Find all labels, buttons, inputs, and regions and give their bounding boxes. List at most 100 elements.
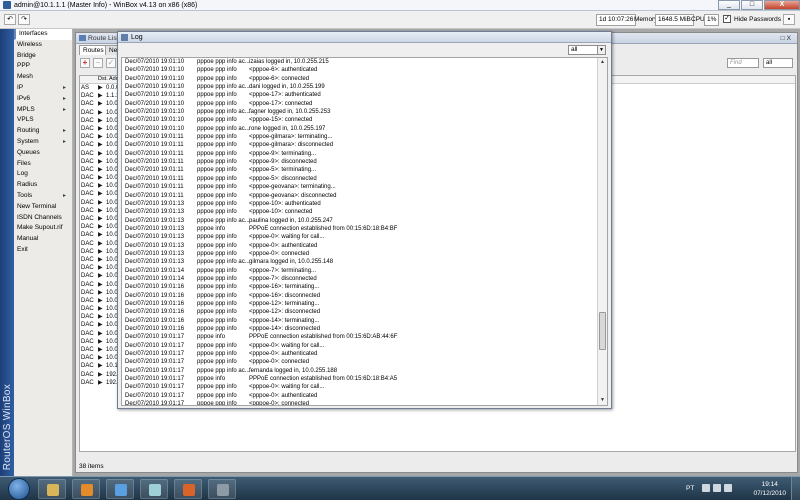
log-entry[interactable]: Dec/07/2010 19:01:10 pppoe ppp info ac...… (122, 125, 607, 133)
log-entry[interactable]: Dec/07/2010 19:01:10 pppoe ppp info <pppoe… (122, 100, 607, 108)
clock[interactable]: 19:14 07/12/2010 (753, 480, 786, 498)
log-entry[interactable]: Dec/07/2010 19:01:16 pppoe ppp info <pppoe… (122, 317, 607, 325)
log-entry[interactable]: Dec/07/2010 19:01:10 pppoe ppp info <pppoe… (122, 91, 607, 99)
log-entry[interactable]: Dec/07/2010 19:01:16 pppoe ppp info <pppoe… (122, 308, 607, 316)
log-entry[interactable]: Dec/07/2010 19:01:13 pppoe ppp info ac...… (122, 258, 607, 266)
menu-item-make-supout-rif[interactable]: Make Supout.rif (14, 223, 72, 234)
enable-button[interactable]: ✓ (106, 58, 116, 68)
scroll-down-icon[interactable]: ▼ (598, 396, 607, 405)
volume-icon[interactable] (724, 484, 732, 492)
hide-passwords-checkbox[interactable]: ✓ (723, 15, 731, 23)
remove-button[interactable]: − (93, 58, 103, 68)
log-entry[interactable]: Dec/07/2010 19:01:17 pppoe ppp info <pppoe… (122, 392, 607, 400)
menu-item-ppp[interactable]: PPP (14, 61, 72, 72)
route-window-controls[interactable]: □ X (780, 33, 791, 44)
menu-item-manual[interactable]: Manual (14, 234, 72, 245)
show-desktop-button[interactable] (791, 477, 800, 500)
log-entry[interactable]: Dec/07/2010 19:01:17 pppoe ppp info ac...… (122, 367, 607, 375)
log-entry[interactable]: Dec/07/2010 19:01:17 pppoe ppp info <pppoe… (122, 400, 607, 405)
menu-item-routing[interactable]: Routing ▸ (14, 126, 72, 137)
log-entry[interactable]: Dec/07/2010 19:01:11 pppoe ppp info <pppoe… (122, 166, 607, 174)
scroll-thumb[interactable] (599, 312, 606, 350)
log-entry[interactable]: Dec/07/2010 19:01:17 pppoe ppp info <pppoe… (122, 358, 607, 366)
taskbar-app-ie[interactable] (106, 479, 134, 499)
log-entry[interactable]: Dec/07/2010 19:01:14 pppoe ppp info <pppoe… (122, 275, 607, 283)
brand-text: RouterOS WinBox (2, 383, 13, 470)
log-entry[interactable]: Dec/07/2010 19:01:13 pppoe info PPPoE conn… (122, 225, 607, 233)
log-entry[interactable]: Dec/07/2010 19:01:10 pppoe ppp info ac...… (122, 108, 607, 116)
memory-readout: 1648.5 MiB (655, 14, 694, 26)
language-indicator[interactable]: PT (686, 485, 694, 492)
menu-item-system[interactable]: System ▸ (14, 137, 72, 148)
log-entry[interactable]: Dec/07/2010 19:01:17 pppoe info PPPoE conn… (122, 333, 607, 341)
log-entry[interactable]: Dec/07/2010 19:01:16 pppoe ppp info <pppoe… (122, 292, 607, 300)
menu-item-log[interactable]: Log (14, 169, 72, 180)
menu-item-queues[interactable]: Queues (14, 148, 72, 159)
log-entry[interactable]: Dec/07/2010 19:01:17 pppoe ppp info <pppoe… (122, 383, 607, 391)
log-scrollbar[interactable]: ▲ ▼ (597, 58, 607, 405)
menu-item-files[interactable]: Files (14, 159, 72, 170)
log-entry[interactable]: Dec/07/2010 19:01:13 pppoe ppp info <pppoe… (122, 233, 607, 241)
log-entry[interactable]: Dec/07/2010 19:01:11 pppoe ppp info <pppoe… (122, 158, 607, 166)
menu-item-radius[interactable]: Radius (14, 180, 72, 191)
log-entry[interactable]: Dec/07/2010 19:01:10 pppoe ppp info <pppoe… (122, 66, 607, 74)
taskbar-app-explorer[interactable] (38, 479, 66, 499)
maximize-button[interactable]: □ (741, 0, 763, 10)
log-entry[interactable]: Dec/07/2010 19:01:11 pppoe ppp info <pppoe… (122, 175, 607, 183)
taskbar-app-notes[interactable] (140, 479, 168, 499)
network-icon[interactable] (713, 484, 721, 492)
log-entry[interactable]: Dec/07/2010 19:01:13 pppoe ppp info <pppoe… (122, 242, 607, 250)
menu-item-mesh[interactable]: Mesh (14, 72, 72, 83)
menu-item-ip[interactable]: IP ▸ (14, 83, 72, 94)
menu-item-wireless[interactable]: Wireless (14, 40, 72, 51)
menu-item-ipv6[interactable]: IPv6 ▸ (14, 94, 72, 105)
log-entry[interactable]: Dec/07/2010 19:01:17 pppoe info PPPoE conn… (122, 375, 607, 383)
log-entry[interactable]: Dec/07/2010 19:01:14 pppoe ppp info <pppoe… (122, 267, 607, 275)
menu-item-tools[interactable]: Tools ▸ (14, 191, 72, 202)
log-entry[interactable]: Dec/07/2010 19:01:11 pppoe ppp info <pppoe… (122, 183, 607, 191)
log-entry[interactable]: Dec/07/2010 19:01:13 pppoe ppp info <pppoe… (122, 250, 607, 258)
log-entry[interactable]: Dec/07/2010 19:01:11 pppoe ppp info <pppoe… (122, 141, 607, 149)
minimize-button[interactable]: _ (718, 0, 740, 10)
log-entry[interactable]: Dec/07/2010 19:01:11 pppoe ppp info <pppoe… (122, 133, 607, 141)
menu-item-exit[interactable]: Exit (14, 245, 72, 256)
scroll-up-icon[interactable]: ▲ (598, 58, 607, 67)
log-entry[interactable]: Dec/07/2010 19:01:10 pppoe ppp info ac...… (122, 83, 607, 91)
log-entry[interactable]: Dec/07/2010 19:01:10 pppoe ppp info ac...… (122, 58, 607, 66)
chevron-down-icon[interactable]: ▼ (597, 46, 605, 54)
tab-routes[interactable]: Routes (79, 45, 108, 55)
route-filter-select[interactable]: all (763, 58, 793, 68)
log-entry[interactable]: Dec/07/2010 19:01:13 pppoe ppp info <pppoe… (122, 200, 607, 208)
start-button[interactable] (8, 478, 30, 500)
log-entry[interactable]: Dec/07/2010 19:01:10 pppoe ppp info <pppoe… (122, 116, 607, 124)
redo-button[interactable]: ↷ (18, 14, 30, 25)
log-entry[interactable]: Dec/07/2010 19:01:16 pppoe ppp info <pppoe… (122, 300, 607, 308)
menu-item-isdn-channels[interactable]: ISDN Channels (14, 213, 72, 224)
log-time: Dec/07/2010 19:01:16 (125, 317, 185, 324)
log-entry[interactable]: Dec/07/2010 19:01:17 pppoe ppp info <pppoe… (122, 350, 607, 358)
log-entry[interactable]: Dec/07/2010 19:01:10 pppoe ppp info <pppoe… (122, 75, 607, 83)
log-titlebar[interactable]: Log (118, 32, 611, 43)
log-entry[interactable]: Dec/07/2010 19:01:16 pppoe ppp info <pppoe… (122, 283, 607, 291)
log-entry[interactable]: Dec/07/2010 19:01:11 pppoe ppp info <pppoe… (122, 192, 607, 200)
add-button[interactable]: + (80, 58, 90, 68)
flag-icon[interactable] (702, 484, 710, 492)
find-input[interactable]: Find (727, 58, 759, 68)
log-entry[interactable]: Dec/07/2010 19:01:17 pppoe ppp info <pppoe… (122, 342, 607, 350)
undo-button[interactable]: ↶ (4, 14, 16, 25)
menu-item-new-terminal[interactable]: New Terminal (14, 202, 72, 213)
menu-item-mpls[interactable]: MPLS ▸ (14, 105, 72, 116)
log-entry[interactable]: Dec/07/2010 19:01:13 pppoe ppp info ac...… (122, 217, 607, 225)
taskbar-app-media-player[interactable] (72, 479, 100, 499)
log-filter-select[interactable]: all ▼ (568, 45, 606, 55)
close-button[interactable]: X (764, 0, 800, 10)
taskbar-app-winbox[interactable] (208, 479, 236, 499)
log-entry[interactable]: Dec/07/2010 19:01:16 pppoe ppp info <pppoe… (122, 325, 607, 333)
menu-item-bridge[interactable]: Bridge (14, 51, 72, 62)
menu-item-vpls[interactable]: VPLS (14, 115, 72, 126)
lock-icon[interactable]: ▪ (783, 14, 795, 25)
taskbar-app-firefox[interactable] (174, 479, 202, 499)
log-entry[interactable]: Dec/07/2010 19:01:13 pppoe ppp info <pppoe… (122, 208, 607, 216)
menu-item-interfaces[interactable]: Interfaces (14, 29, 72, 40)
log-entry[interactable]: Dec/07/2010 19:01:11 pppoe ppp info <pppoe… (122, 150, 607, 158)
